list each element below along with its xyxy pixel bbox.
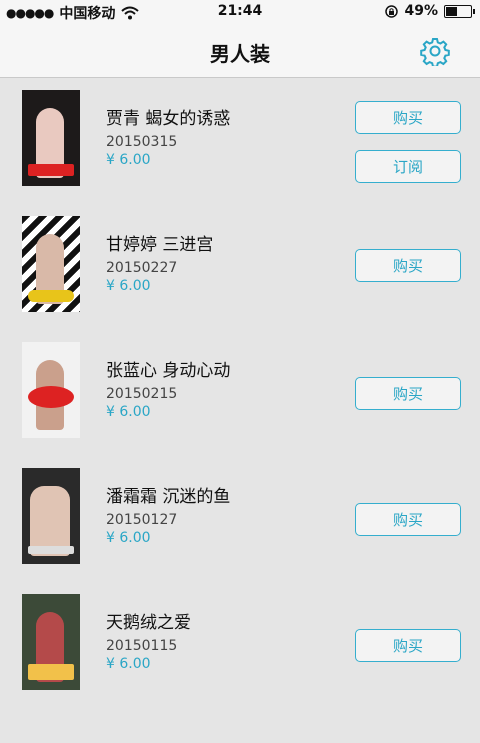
item-title: 贾青 蝎女的诱惑 <box>106 109 231 129</box>
status-bar: ●●●●● 中国移动 21:44 49% <box>0 0 480 24</box>
battery-percent: 49% <box>404 3 438 19</box>
rotation-lock-icon <box>385 4 399 18</box>
navigation-bar: 男人装 <box>0 24 480 78</box>
buy-button[interactable]: 购买 <box>355 101 461 134</box>
buy-button[interactable]: 购买 <box>355 249 461 282</box>
magazine-cover[interactable] <box>22 216 80 312</box>
magazine-list: 贾青 蝎女的诱惑 20150315 ¥ 6.00 购买 订阅 甘婷婷 三进宫 2… <box>0 78 480 708</box>
magazine-cover[interactable] <box>22 594 80 690</box>
page-title: 男人装 <box>210 42 270 66</box>
list-item: 贾青 蝎女的诱惑 20150315 ¥ 6.00 购买 订阅 <box>0 78 480 204</box>
item-date: 20150115 <box>106 638 178 654</box>
item-price: ¥ 6.00 <box>106 152 151 168</box>
list-item: 甘婷婷 三进宫 20150227 ¥ 6.00 购买 <box>0 204 480 330</box>
item-title: 甘婷婷 三进宫 <box>106 235 214 255</box>
buy-button[interactable]: 购买 <box>355 503 461 536</box>
item-title: 张蓝心 身动心动 <box>106 361 231 381</box>
item-date: 20150127 <box>106 512 178 528</box>
magazine-cover[interactable] <box>22 468 80 564</box>
subscribe-button[interactable]: 订阅 <box>355 150 461 183</box>
item-price: ¥ 6.00 <box>106 278 151 294</box>
buy-button[interactable]: 购买 <box>355 629 461 662</box>
item-price: ¥ 6.00 <box>106 404 151 420</box>
gear-icon[interactable] <box>420 36 450 66</box>
item-date: 20150315 <box>106 134 178 150</box>
item-date: 20150227 <box>106 260 178 276</box>
list-item: 张蓝心 身动心动 20150215 ¥ 6.00 购买 <box>0 330 480 456</box>
list-item: 天鹅绒之爱 20150115 ¥ 6.00 购买 <box>0 582 480 708</box>
magazine-cover[interactable] <box>22 342 80 438</box>
item-title: 天鹅绒之爱 <box>106 613 191 633</box>
buy-button[interactable]: 购买 <box>355 377 461 410</box>
item-title: 潘霜霜 沉迷的鱼 <box>106 487 231 507</box>
battery-icon <box>444 4 475 18</box>
magazine-cover[interactable] <box>22 90 80 186</box>
item-price: ¥ 6.00 <box>106 656 151 672</box>
item-date: 20150215 <box>106 386 178 402</box>
list-item: 潘霜霜 沉迷的鱼 20150127 ¥ 6.00 购买 <box>0 456 480 582</box>
item-price: ¥ 6.00 <box>106 530 151 546</box>
